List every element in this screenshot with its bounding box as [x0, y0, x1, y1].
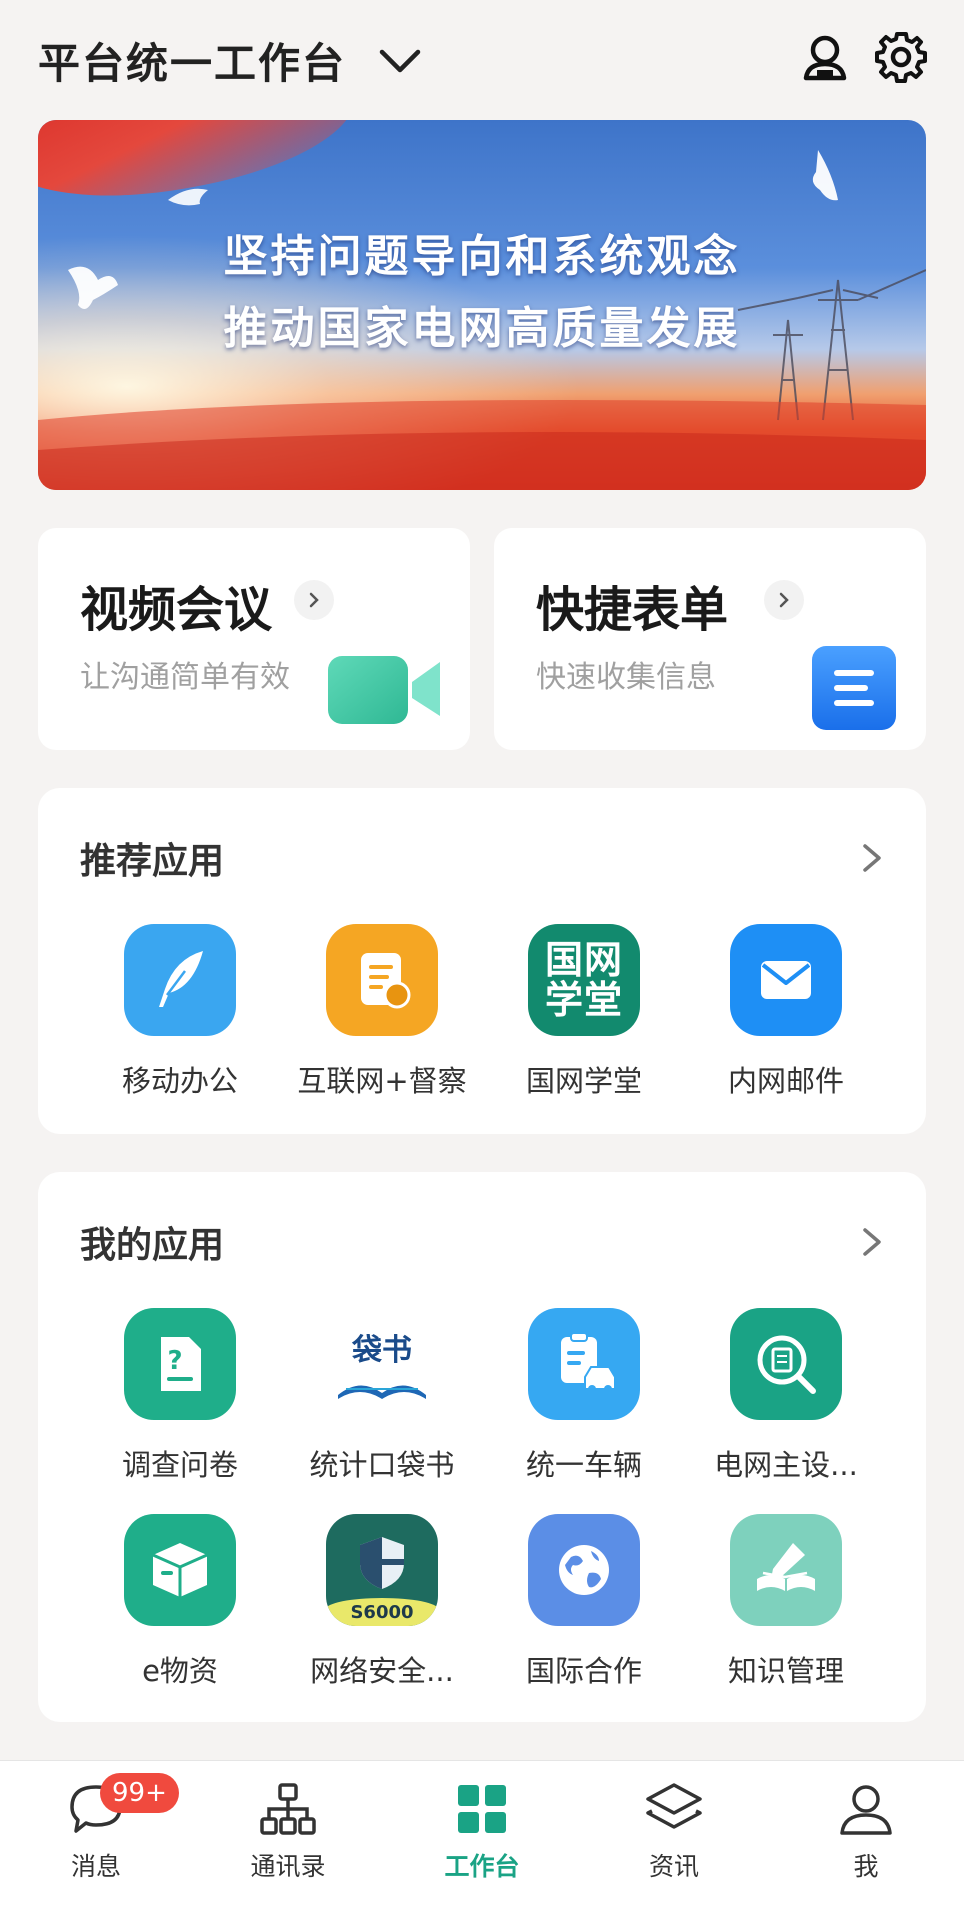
- tab-label: 资讯: [648, 1852, 699, 1881]
- video-meeting-card[interactable]: 视频会议 让沟通简单有效: [38, 528, 470, 750]
- question-doc-icon: ?: [124, 1308, 236, 1420]
- app-label: 移动办公: [121, 1064, 238, 1098]
- gear-icon[interactable]: [874, 30, 928, 84]
- video-meeting-subtitle: 让沟通简单有效: [80, 660, 290, 695]
- recommended-apps-title: 推荐应用: [80, 841, 225, 882]
- mail-icon: [730, 924, 842, 1036]
- page-title: 平台统一工作台: [38, 39, 347, 88]
- tab-me[interactable]: 我: [796, 1779, 936, 1883]
- app-mobile-office[interactable]: 移动办公: [80, 924, 280, 1100]
- tab-label: 消息: [70, 1852, 121, 1881]
- app-label: 统一车辆: [525, 1448, 642, 1482]
- app-label: 国际合作: [525, 1654, 642, 1688]
- chevron-right-icon[interactable]: [858, 838, 886, 878]
- logo-text-bottom: 学堂: [544, 978, 623, 1022]
- contact-card-icon[interactable]: [798, 30, 852, 84]
- app-internet-inspection[interactable]: 互联网+督察: [282, 924, 482, 1100]
- logo-text-top: 国网: [544, 938, 623, 982]
- pocket-book-logo: 袋书: [326, 1308, 438, 1420]
- chevron-right-icon: [764, 580, 804, 620]
- document-badge-icon: [326, 924, 438, 1036]
- chevron-down-icon: [379, 49, 421, 72]
- logo-text: S6000: [326, 1598, 438, 1626]
- org-chart-icon: [260, 1783, 316, 1835]
- tab-label: 工作台: [444, 1852, 520, 1881]
- my-apps-section: 我的应用 ? 调查问卷 袋书 统计口袋书 统一车辆 电网主设... e物资 S6…: [38, 1172, 926, 1722]
- app-label: 网络安全...: [310, 1654, 454, 1688]
- tab-workspace[interactable]: 工作台: [412, 1779, 552, 1883]
- quick-form-subtitle: 快速收集信息: [536, 660, 716, 695]
- app-sgcc-academy[interactable]: 国网 学堂 国网学堂: [484, 924, 684, 1100]
- box-icon: [124, 1514, 236, 1626]
- my-apps-title: 我的应用: [80, 1225, 225, 1266]
- app-label: 电网主设...: [714, 1448, 858, 1482]
- app-label: 互联网+督察: [297, 1064, 467, 1098]
- recommended-apps-section: 推荐应用 移动办公 互联网+督察 国网 学堂 国网学堂 内网邮件: [38, 788, 926, 1134]
- banner-headline-1: 坚持问题导向和系统观念: [223, 231, 741, 282]
- dove-icon: [812, 150, 838, 201]
- tab-label: 我: [853, 1852, 879, 1881]
- promo-banner[interactable]: 坚持问题导向和系统观念 推动国家电网高质量发展: [38, 120, 926, 490]
- quick-form-card[interactable]: 快捷表单 快速收集信息: [494, 528, 926, 750]
- app-unified-vehicles[interactable]: 统一车辆: [484, 1308, 684, 1484]
- tab-contacts[interactable]: 通讯录: [218, 1779, 358, 1883]
- workspace-switcher[interactable]: 平台统一工作台: [38, 30, 424, 91]
- dove-icon: [168, 188, 208, 206]
- app-label: 调查问卷: [121, 1448, 238, 1482]
- app-knowledge-management[interactable]: 知识管理: [686, 1514, 886, 1690]
- unread-badge: 99+: [100, 1773, 179, 1813]
- form-list-icon: [812, 646, 896, 730]
- grid-icon: [458, 1785, 506, 1833]
- app-statistics-pocketbook[interactable]: 袋书 统计口袋书: [282, 1308, 482, 1484]
- feather-icon: [124, 924, 236, 1036]
- app-label: 内网邮件: [727, 1064, 844, 1098]
- app-intranet-mail[interactable]: 内网邮件: [686, 924, 886, 1100]
- book-pen-icon: [730, 1514, 842, 1626]
- app-network-security[interactable]: S6000 网络安全...: [282, 1514, 482, 1690]
- globe-icon: [528, 1514, 640, 1626]
- app-label: 统计口袋书: [309, 1448, 455, 1482]
- app-survey[interactable]: ? 调查问卷: [80, 1308, 280, 1484]
- app-label: e物资: [142, 1654, 218, 1688]
- layers-icon: [646, 1783, 702, 1829]
- tab-news[interactable]: 资讯: [604, 1779, 744, 1883]
- search-doc-icon: [730, 1308, 842, 1420]
- app-grid-main-equipment[interactable]: 电网主设...: [686, 1308, 886, 1484]
- guowang-xuetang-logo: 国网 学堂: [528, 924, 640, 1036]
- banner-headline-2: 推动国家电网高质量发展: [223, 303, 741, 354]
- app-international-cooperation[interactable]: 国际合作: [484, 1514, 684, 1690]
- header: 平台统一工作台: [0, 0, 964, 120]
- video-meeting-title: 视频会议: [80, 582, 273, 638]
- chevron-right-icon: [294, 580, 334, 620]
- tab-label: 通讯录: [250, 1852, 326, 1881]
- bottom-tab-bar: 消息 99+ 通讯录 工作台 资讯 我: [0, 1760, 964, 1920]
- tab-messages[interactable]: 消息 99+: [26, 1773, 179, 1883]
- shield-logo: S6000: [326, 1514, 438, 1626]
- logo-text: 袋书: [352, 1333, 412, 1368]
- video-camera-icon: [328, 656, 440, 724]
- car-clipboard-icon: [528, 1308, 640, 1420]
- person-icon: [840, 1785, 892, 1835]
- svg-text:?: ?: [167, 1346, 182, 1376]
- app-e-materials[interactable]: e物资: [80, 1514, 280, 1690]
- app-label: 知识管理: [727, 1654, 844, 1688]
- quick-form-title: 快捷表单: [536, 582, 729, 638]
- page: 平台统一工作台 坚持问题导向和系统观念 推动国家电网高质量发展 视频会议 让沟通…: [0, 0, 964, 1920]
- chevron-right-icon[interactable]: [858, 1222, 886, 1262]
- app-label: 国网学堂: [525, 1064, 642, 1098]
